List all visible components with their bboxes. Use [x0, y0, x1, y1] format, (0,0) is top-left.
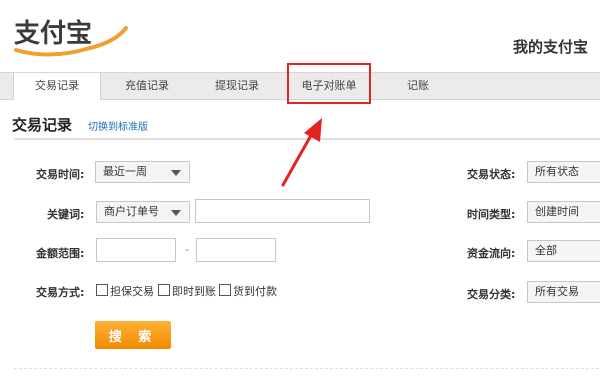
trade-method-label: 交易方式:	[36, 286, 85, 299]
time-type-value: 创建时间	[535, 205, 579, 218]
amount-separator: -	[185, 243, 189, 256]
my-account-title[interactable]: 我的支付宝	[513, 36, 588, 57]
keyword-type-value: 商户订单号	[104, 205, 159, 218]
trade-status-value: 所有状态	[535, 165, 579, 178]
keyword-type-select[interactable]: 商户订单号	[96, 201, 190, 223]
trade-status-label: 交易状态:	[467, 168, 516, 181]
tab-transactions[interactable]: 交易记录	[13, 73, 101, 100]
fund-flow-label: 资金流向:	[467, 247, 516, 260]
logo-text: 支付宝	[14, 18, 92, 49]
checkbox-instant[interactable]: 即时到账	[158, 283, 216, 299]
fund-flow-value: 全部	[535, 244, 557, 257]
panel-bottom-divider	[14, 368, 600, 369]
checkbox-escrow-label: 担保交易	[110, 285, 154, 298]
trade-status-select[interactable]: 所有状态	[527, 161, 600, 183]
checkbox-box[interactable]	[219, 284, 231, 296]
time-type-label: 时间类型:	[467, 208, 516, 221]
amount-to-input[interactable]	[196, 238, 276, 262]
tab-recharge[interactable]: 充值记录	[104, 73, 190, 99]
tab-bookkeeping[interactable]: 记账	[378, 73, 458, 99]
checkbox-escrow[interactable]: 担保交易	[96, 283, 154, 299]
trade-time-label: 交易时间:	[36, 168, 85, 181]
chevron-down-icon	[171, 210, 181, 216]
amount-range-label: 金额范围:	[36, 247, 85, 260]
checkbox-box[interactable]	[96, 284, 108, 296]
fund-flow-select[interactable]: 全部	[527, 240, 600, 262]
trade-time-select[interactable]: 最近一周	[95, 161, 190, 183]
checkbox-cod-label: 货到付款	[233, 285, 277, 298]
amount-from-input[interactable]	[96, 238, 176, 262]
header: 支付宝 我的支付宝	[0, 0, 600, 72]
switch-standard-link[interactable]: 切换到标准版	[88, 118, 148, 133]
time-type-select[interactable]: 创建时间	[527, 201, 600, 223]
checkbox-cod[interactable]: 货到付款	[219, 283, 277, 299]
keyword-input[interactable]	[195, 199, 370, 223]
trade-category-value: 所有交易	[535, 285, 579, 298]
search-button[interactable]: 搜 索	[95, 321, 171, 349]
keyword-label: 关键词:	[47, 208, 85, 221]
trade-category-select[interactable]: 所有交易	[527, 281, 600, 303]
checkbox-instant-label: 即时到账	[172, 285, 216, 298]
tab-withdraw[interactable]: 提现记录	[194, 73, 280, 99]
trade-category-label: 交易分类:	[467, 288, 516, 301]
checkbox-box[interactable]	[158, 284, 170, 296]
chevron-down-icon	[171, 170, 181, 176]
trade-time-value: 最近一周	[103, 165, 147, 178]
section-title: 交易记录	[12, 116, 73, 134]
tab-highlight-box	[287, 63, 371, 104]
alipay-logo[interactable]: 支付宝	[10, 10, 130, 60]
